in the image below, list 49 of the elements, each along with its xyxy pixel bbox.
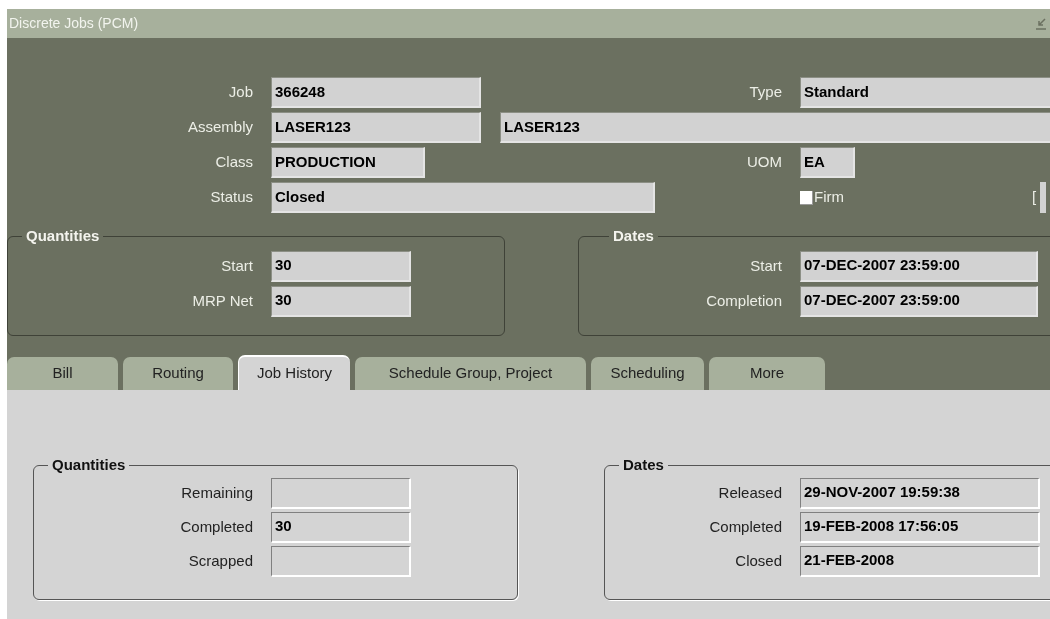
field-label: Start	[750, 255, 782, 276]
text-field[interactable]: 07-DEC-2007 23:59:00	[800, 285, 1038, 317]
tab[interactable]: Job History	[238, 355, 350, 390]
text-field[interactable]: 366248	[271, 77, 481, 108]
field-label: Completion	[706, 290, 782, 311]
tab[interactable]: Scheduling	[591, 357, 704, 390]
text-field[interactable]: 30	[271, 511, 411, 543]
field-label: Job	[228, 82, 253, 103]
checkbox[interactable]	[800, 190, 813, 205]
field-label: MRP Net	[192, 290, 253, 311]
text-field[interactable]	[271, 545, 411, 577]
text-field[interactable]: 29-NOV-2007 19:59:38	[800, 477, 1040, 509]
restore-icon[interactable]	[1035, 17, 1047, 30]
field-label: Closed	[735, 550, 782, 571]
text-field[interactable]: 19-FEB-2008 17:56:05	[800, 511, 1040, 543]
window-title: Discrete Jobs (PCM)	[9, 14, 139, 33]
group-title: Dates	[612, 226, 655, 246]
field-label: UOM	[747, 152, 782, 173]
field-label: Completed	[180, 516, 253, 537]
text-field[interactable]: EA	[800, 147, 855, 178]
text-field[interactable]: Standard	[800, 77, 1050, 108]
tab[interactable]: More	[709, 357, 825, 390]
bracket-text: [	[1032, 187, 1037, 208]
text-field[interactable]: LASER123	[271, 112, 481, 143]
field-label: Status	[210, 187, 253, 208]
tab[interactable]: Schedule Group, Project	[355, 357, 586, 390]
group-title: Dates	[622, 455, 665, 475]
field-label: Remaining	[181, 482, 253, 503]
field-label: Class	[215, 152, 253, 173]
group-title: Quantities	[25, 226, 101, 246]
field-label: Start	[221, 255, 253, 276]
text-field[interactable]: 21-FEB-2008	[800, 545, 1040, 577]
text-field[interactable]: PRODUCTION	[271, 147, 425, 178]
field-label: Released	[718, 482, 782, 503]
tab[interactable]: Routing	[123, 357, 233, 390]
field-label: Assembly	[187, 117, 253, 138]
group-title: Quantities	[51, 455, 127, 475]
text-field[interactable]: Closed	[271, 182, 655, 213]
tab[interactable]: Bill	[7, 357, 118, 390]
text-field[interactable]: LASER123	[500, 112, 1050, 143]
checkbox-label: Firm	[814, 187, 844, 208]
field-label: Completed	[709, 516, 782, 537]
field-label: Type	[749, 82, 782, 103]
text-field[interactable]: 30	[271, 250, 411, 282]
text-field[interactable]	[1040, 182, 1047, 213]
text-field[interactable]: 30	[271, 285, 411, 317]
text-field[interactable]	[271, 477, 411, 509]
text-field[interactable]: 07-DEC-2007 23:59:00	[800, 250, 1038, 282]
field-label: Scrapped	[188, 550, 253, 571]
